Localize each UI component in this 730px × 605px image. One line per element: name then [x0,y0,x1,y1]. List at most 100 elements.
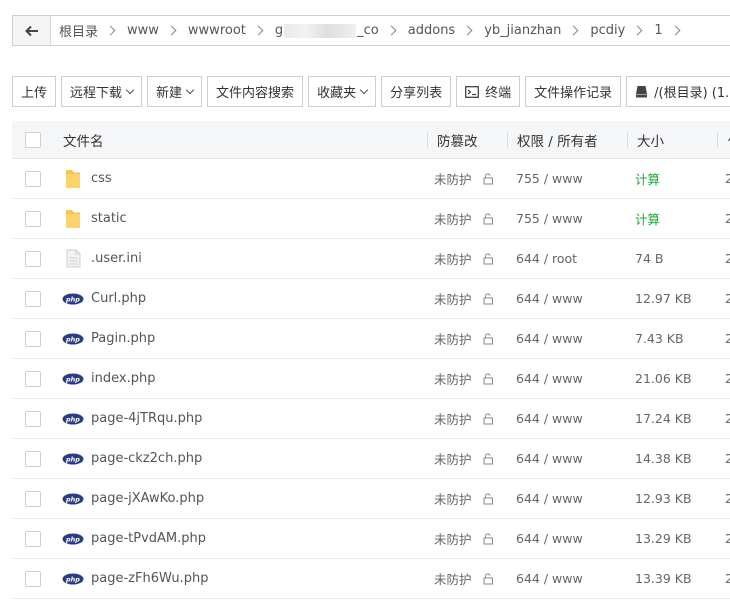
protect-status[interactable]: 未防护 [434,209,472,228]
operation-log-button[interactable]: 文件操作记录 [525,76,622,107]
new-button[interactable]: 新建 [147,76,203,107]
terminal-button[interactable]: 终端 [456,76,521,107]
table-row[interactable]: php index.php 未防护 644 / www 21.06 KB 2 [12,359,730,399]
filename-text[interactable]: static [91,211,127,226]
filename-text[interactable]: Curl.php [91,291,146,306]
breadcrumb-item-www[interactable]: www [124,23,162,38]
size-cell[interactable]: 计算 [635,159,660,198]
permission-cell[interactable]: 644 / www [516,479,583,518]
drive-button[interactable]: /(根目录) (1... [626,76,730,107]
breadcrumb-item-wwwroot[interactable]: wwwroot [185,23,249,38]
lock-open-icon[interactable] [482,492,494,505]
protect-status[interactable]: 未防护 [434,569,472,588]
select-all-checkbox[interactable] [25,131,41,148]
permission-cell[interactable]: 755 / www [516,199,583,238]
protect-status[interactable]: 未防护 [434,249,472,268]
filename-cell[interactable]: php page-jXAwKo.php [62,479,204,518]
row-checkbox[interactable] [25,410,41,427]
permission-cell[interactable]: 644 / www [516,519,583,558]
protect-status[interactable]: 未防护 [434,289,472,308]
permission-cell[interactable]: 644 / www [516,399,583,438]
lock-open-icon[interactable] [482,572,494,585]
table-row[interactable]: css 未防护 755 / www 计算 2 [12,159,730,199]
breadcrumb-item-1[interactable]: 1 [651,23,665,38]
table-row[interactable]: .user.ini 未防护 644 / root 74 B 2 [12,239,730,279]
filename-text[interactable]: page-zFh6Wu.php [91,571,208,586]
permission-cell[interactable]: 644 / www [516,439,583,478]
row-checkbox[interactable] [25,210,41,227]
filename-cell[interactable]: php Pagin.php [62,319,155,358]
table-row[interactable]: php Curl.php 未防护 644 / www 12.97 KB 2 [12,279,730,319]
protect-status[interactable]: 未防护 [434,489,472,508]
table-row[interactable]: php page-zFh6Wu.php 未防护 644 / www 13.39 … [12,559,730,599]
permission-cell[interactable]: 755 / www [516,159,583,198]
filename-cell[interactable]: .user.ini [62,239,142,278]
protect-status[interactable]: 未防护 [434,449,472,468]
filename-cell[interactable]: php Curl.php [62,279,146,318]
filename-cell[interactable]: php page-4jTRqu.php [62,399,202,438]
protect-status[interactable]: 未防护 [434,409,472,428]
protect-status[interactable]: 未防护 [434,329,472,348]
row-checkbox[interactable] [25,330,41,347]
row-checkbox[interactable] [25,530,41,547]
table-row[interactable]: static 未防护 755 / www 计算 2 [12,199,730,239]
lock-open-icon[interactable] [482,372,494,385]
table-row[interactable]: php page-jXAwKo.php 未防护 644 / www 12.93 … [12,479,730,519]
back-button[interactable] [13,16,51,45]
row-checkbox[interactable] [25,250,41,267]
filename-cell[interactable]: php index.php [62,359,155,398]
filename-cell[interactable]: php page-zFh6Wu.php [62,559,208,598]
filename-cell[interactable]: static [62,199,127,238]
remote-download-button[interactable]: 远程下载 [61,76,143,107]
filename-text[interactable]: page-ckz2ch.php [91,451,202,466]
size-cell[interactable]: 计算 [635,199,660,238]
header-size[interactable]: 大小 [637,121,664,158]
filename-text[interactable]: index.php [91,371,155,386]
lock-open-icon[interactable] [482,212,494,225]
filename-text[interactable]: css [91,171,112,186]
row-checkbox[interactable] [25,290,41,307]
header-filename[interactable]: 文件名 [63,121,104,158]
permission-cell[interactable]: 644 / www [516,359,583,398]
lock-open-icon[interactable] [482,532,494,545]
protect-status[interactable]: 未防护 [434,169,472,188]
header-permission[interactable]: 权限 / 所有者 [517,121,598,158]
filename-text[interactable]: Pagin.php [91,331,155,346]
favorites-button[interactable]: 收藏夹 [308,76,377,107]
breadcrumb-item-pcdiy[interactable]: pcdiy [587,23,628,38]
row-checkbox[interactable] [25,570,41,587]
breadcrumb-item-site[interactable]: g _co [272,23,382,38]
filename-cell[interactable]: php page-tPvdAM.php [62,519,206,558]
table-row[interactable]: php Pagin.php 未防护 644 / www 7.43 KB 2 [12,319,730,359]
row-checkbox[interactable] [25,370,41,387]
filename-cell[interactable]: css [62,159,112,198]
filename-text[interactable]: page-4jTRqu.php [91,411,202,426]
filename-text[interactable]: page-tPvdAM.php [91,531,206,546]
protect-status[interactable]: 未防护 [434,529,472,548]
breadcrumb-item-root[interactable]: 根目录 [56,21,101,40]
protect-status[interactable]: 未防护 [434,369,472,388]
breadcrumb-item-addons[interactable]: addons [405,23,458,38]
lock-open-icon[interactable] [482,172,494,185]
content-search-button[interactable]: 文件内容搜索 [207,76,304,107]
filename-cell[interactable]: php page-ckz2ch.php [62,439,202,478]
lock-open-icon[interactable] [482,412,494,425]
row-checkbox[interactable] [25,450,41,467]
lock-open-icon[interactable] [482,452,494,465]
permission-cell[interactable]: 644 / www [516,559,583,598]
upload-button[interactable]: 上传 [12,76,57,107]
permission-cell[interactable]: 644 / root [516,239,577,278]
row-checkbox[interactable] [25,490,41,507]
lock-open-icon[interactable] [482,332,494,345]
lock-open-icon[interactable] [482,292,494,305]
filename-text[interactable]: page-jXAwKo.php [91,491,204,506]
lock-open-icon[interactable] [482,252,494,265]
header-protect[interactable]: 防篡改 [437,121,478,158]
breadcrumb-item-yb-jianzhan[interactable]: yb_jianzhan [481,23,564,38]
filename-text[interactable]: .user.ini [91,251,142,266]
share-list-button[interactable]: 分享列表 [381,76,452,107]
table-row[interactable]: php page-4jTRqu.php 未防护 644 / www 17.24 … [12,399,730,439]
permission-cell[interactable]: 644 / www [516,319,583,358]
row-checkbox[interactable] [25,170,41,187]
table-row[interactable]: php page-tPvdAM.php 未防护 644 / www 13.29 … [12,519,730,559]
